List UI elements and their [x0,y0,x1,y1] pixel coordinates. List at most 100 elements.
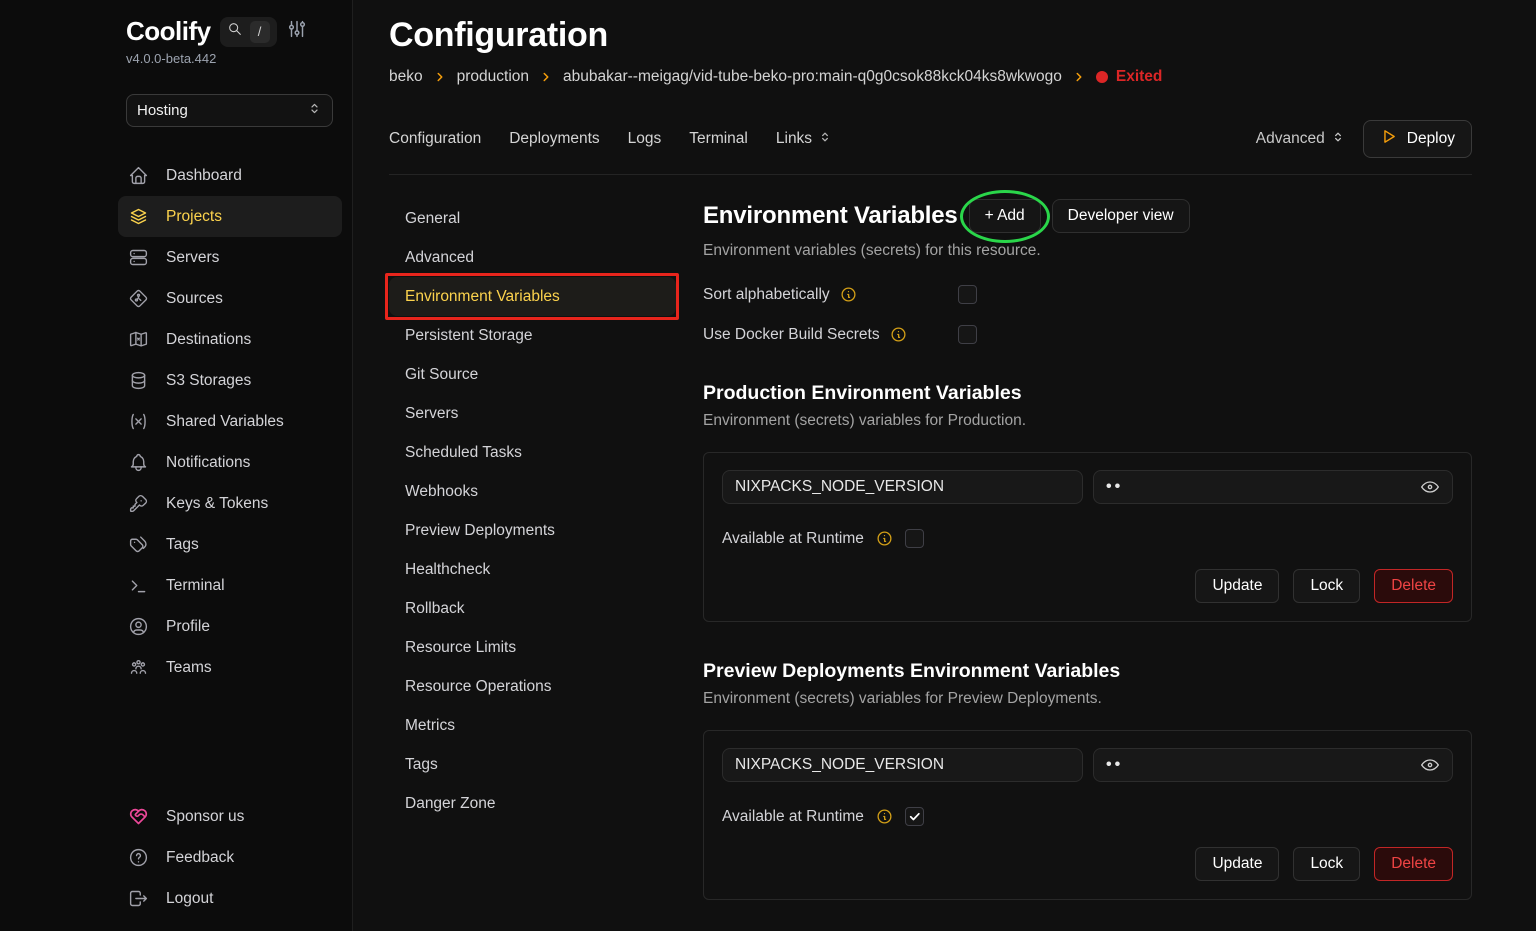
available-at-runtime-checkbox[interactable] [905,529,924,548]
subnav-item-preview-deployments[interactable]: Preview Deployments [389,511,676,550]
variable-key-input[interactable]: NIXPACKS_NODE_VERSION [722,748,1083,782]
status-badge: Exited [1096,68,1163,86]
subnav-item-servers[interactable]: Servers [389,394,676,433]
sidebar-item-label: Keys & Tokens [166,495,268,513]
runtime-row: Available at Runtime [722,529,1453,548]
git-source-icon [128,288,149,309]
sidebar-item-projects[interactable]: Projects [118,196,342,237]
sidebar-item-destinations[interactable]: Destinations [118,319,342,360]
add-variable-button[interactable]: + Add [969,199,1041,233]
subnav-item-healthcheck[interactable]: Healthcheck [389,550,676,589]
adjustments-icon [286,18,308,45]
sidebar-item-label: Sponsor us [166,808,244,826]
sidebar-item-profile[interactable]: Profile [118,606,342,647]
eye-icon[interactable] [1420,477,1440,497]
deploy-button[interactable]: Deploy [1363,120,1472,158]
info-icon[interactable] [876,808,893,825]
key-icon [128,493,149,514]
docker-build-secrets-checkbox[interactable] [958,325,977,344]
variable-key-input[interactable]: NIXPACKS_NODE_VERSION [722,470,1083,504]
search-icon [227,21,243,42]
sidebar-item-sponsor[interactable]: Sponsor us [118,796,342,837]
sidebar-item-s3-storages[interactable]: S3 Storages [118,360,342,401]
developer-view-button[interactable]: Developer view [1052,199,1190,233]
info-icon[interactable] [876,530,893,547]
main-content: Configuration beko production abubakar--… [353,0,1536,931]
team-selector-value: Hosting [137,102,188,119]
sidebar-item-dashboard[interactable]: Dashboard [118,155,342,196]
search-button[interactable]: / [220,17,277,47]
lock-button[interactable]: Lock [1293,569,1360,603]
sidebar-item-notifications[interactable]: Notifications [118,442,342,483]
tab-logs[interactable]: Logs [628,130,662,148]
delete-button[interactable]: Delete [1374,569,1453,603]
variable-value-input[interactable]: •• [1093,470,1453,504]
sidebar-item-keys-tokens[interactable]: Keys & Tokens [118,483,342,524]
sidebar-item-terminal[interactable]: Terminal [118,565,342,606]
sidebar-item-shared-variables[interactable]: Shared Variables [118,401,342,442]
breadcrumb-team[interactable]: beko [389,68,423,86]
sidebar-item-label: Sources [166,290,223,308]
update-button[interactable]: Update [1195,569,1279,603]
advanced-dropdown-label: Advanced [1256,130,1325,148]
info-icon[interactable] [840,286,857,303]
subnav-item-scheduled-tasks[interactable]: Scheduled Tasks [389,433,676,472]
sidebar: Coolify / v4.0.0-beta.442 Hosting Dashbo… [0,0,353,931]
selector-icon [307,101,322,120]
home-icon [128,165,149,186]
sidebar-item-logout[interactable]: Logout [118,878,342,919]
sort-alphabetically-label: Sort alphabetically [703,286,830,304]
production-subtitle: Environment (secrets) variables for Prod… [703,412,1472,430]
card-actions: Update Lock Delete [722,847,1453,881]
advanced-dropdown[interactable]: Advanced [1256,130,1345,149]
sidebar-item-label: Dashboard [166,167,242,185]
sidebar-footer-nav: Sponsor us Feedback Logout [118,796,342,919]
subnav-item-persistent-storage[interactable]: Persistent Storage [389,316,676,355]
sidebar-item-servers[interactable]: Servers [118,237,342,278]
sidebar-item-sources[interactable]: Sources [118,278,342,319]
sidebar-item-tags[interactable]: Tags [118,524,342,565]
terminal-icon [128,575,149,596]
tab-links[interactable]: Links [776,130,832,149]
sidebar-nav: Dashboard Projects Servers Sources Desti… [118,155,342,688]
sidebar-item-label: Profile [166,618,210,636]
sidebar-item-label: Teams [166,659,212,677]
tab-configuration[interactable]: Configuration [389,130,481,148]
subnav-item-webhooks[interactable]: Webhooks [389,472,676,511]
subnav-item-resource-limits[interactable]: Resource Limits [389,628,676,667]
sort-alphabetically-checkbox[interactable] [958,285,977,304]
subnav-item-advanced[interactable]: Advanced [389,238,676,277]
tab-deployments[interactable]: Deployments [509,130,599,148]
variable-value-input[interactable]: •• [1093,748,1453,782]
info-icon[interactable] [890,326,907,343]
subnav-item-environment-variables[interactable]: Environment Variables [389,277,676,316]
eye-icon[interactable] [1420,755,1440,775]
update-button[interactable]: Update [1195,847,1279,881]
subnav-item-danger-zone[interactable]: Danger Zone [389,784,676,823]
breadcrumb-resource[interactable]: abubakar--meigag/vid-tube-beko-pro:main-… [563,68,1062,86]
sidebar-item-label: Shared Variables [166,413,284,431]
toggle-row-sort: Sort alphabetically [703,285,1472,304]
available-at-runtime-label: Available at Runtime [722,530,864,548]
chevron-right-icon [1072,70,1086,84]
lock-button[interactable]: Lock [1293,847,1360,881]
subnav-item-metrics[interactable]: Metrics [389,706,676,745]
subnav-item-rollback[interactable]: Rollback [389,589,676,628]
delete-button[interactable]: Delete [1374,847,1453,881]
sidebar-item-label: Logout [166,890,213,908]
sidebar-item-label: Destinations [166,331,251,349]
tab-terminal[interactable]: Terminal [689,130,748,148]
sidebar-item-teams[interactable]: Teams [118,647,342,688]
subnav-item-general[interactable]: General [389,199,676,238]
adjustments-button[interactable] [286,18,308,45]
available-at-runtime-checkbox[interactable] [905,807,924,826]
subnav-item-tags[interactable]: Tags [389,745,676,784]
breadcrumb-environment[interactable]: production [457,68,529,86]
subnav-item-resource-operations[interactable]: Resource Operations [389,667,676,706]
team-selector[interactable]: Hosting [126,94,333,127]
sidebar-item-feedback[interactable]: Feedback [118,837,342,878]
docker-build-secrets-label: Use Docker Build Secrets [703,326,880,344]
resource-tabbar: Configuration Deployments Logs Terminal … [389,120,1472,175]
subnav-item-git-source[interactable]: Git Source [389,355,676,394]
sidebar-item-label: Projects [166,208,222,226]
